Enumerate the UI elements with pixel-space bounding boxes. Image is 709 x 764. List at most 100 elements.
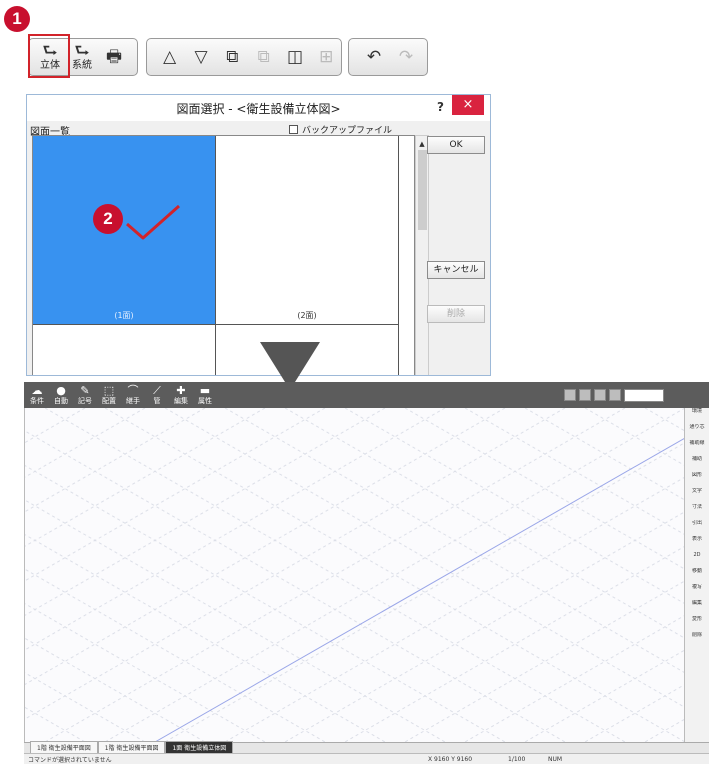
view-controls xyxy=(564,384,709,406)
delete-button[interactable]: 削除 xyxy=(427,305,485,323)
link-icon: ⮑ xyxy=(74,41,90,61)
split-vertical-icon: ◫ xyxy=(286,46,303,67)
grid-line xyxy=(0,407,146,493)
drawing-grid: (1面) 2 (2面) xyxy=(32,135,415,375)
drawing-thumbnail-2[interactable]: (2面) xyxy=(216,136,399,325)
up-floor-button[interactable]: △ xyxy=(155,42,184,72)
right-panel-item[interactable]: 複写 xyxy=(685,584,709,600)
grid-line xyxy=(524,407,709,515)
redo-button[interactable]: ↷ xyxy=(391,42,421,72)
fitting-tool[interactable]: ⌒ 継手 xyxy=(122,384,144,406)
right-panel-item[interactable]: 移動 xyxy=(685,568,709,584)
place-tool[interactable]: ⬚ 配置 xyxy=(98,384,120,406)
right-panel-item[interactable]: 通り芯 xyxy=(685,424,709,440)
right-panel-item[interactable]: 変形 xyxy=(685,616,709,632)
right-panel-item[interactable]: 編集 xyxy=(685,600,709,616)
scroll-thumb[interactable] xyxy=(418,150,427,230)
view-mode-icon[interactable] xyxy=(564,389,576,401)
grid-line xyxy=(524,635,709,743)
cancel-button[interactable]: キャンセル xyxy=(427,261,485,279)
place-tool-icon: ⬚ xyxy=(103,383,115,397)
step-1-badge: 1 xyxy=(4,6,30,32)
grid-line xyxy=(224,407,709,688)
drawing-canvas[interactable] xyxy=(0,407,709,743)
drawing-thumbnail-1[interactable]: (1面) 2 xyxy=(33,136,216,325)
grid-line xyxy=(0,407,326,596)
dialog-title: 図面選択 - <衛生設備立体図> xyxy=(176,101,341,116)
grid-line xyxy=(0,692,86,743)
grid-line xyxy=(584,670,709,743)
layer-combo[interactable] xyxy=(624,388,664,402)
grid-line xyxy=(284,497,709,743)
status-num: NUM xyxy=(548,755,563,763)
right-panel-item[interactable]: 削除 xyxy=(685,632,709,648)
edit-tool-label: 編集 xyxy=(174,396,188,405)
thumbnail-caption: (1面) xyxy=(114,311,134,320)
drawing-tabs: 1階 衛生設備平面図 1階 衛生設備平面図 1面 衛生設備立体図 xyxy=(24,741,709,753)
select-icon[interactable] xyxy=(579,389,591,401)
grid-line xyxy=(0,588,266,743)
list-scrollbar[interactable]: ▲ xyxy=(415,135,429,375)
auto-tool[interactable]: ● 自動 xyxy=(50,384,72,406)
3d-view-highlight xyxy=(28,34,70,78)
help-button[interactable]: ? xyxy=(437,100,444,114)
triangle-up-icon: △ xyxy=(163,46,177,67)
edit-tool-icon: ✚ xyxy=(176,383,186,397)
window-copy-button[interactable]: ⧉ xyxy=(249,42,278,72)
right-panel-item[interactable]: 図形 xyxy=(685,472,709,488)
grid-line xyxy=(224,462,709,743)
drawing-tab[interactable]: 1階 衛生設備平面図 xyxy=(97,741,166,753)
fitting-tool-label: 継手 xyxy=(126,396,140,405)
undo-button[interactable]: ↶ xyxy=(359,42,389,72)
close-button[interactable]: × xyxy=(452,95,484,115)
drawing-tab[interactable]: 1面 衛生設備立体図 xyxy=(165,741,234,753)
print-button[interactable]: 🖶 xyxy=(99,42,129,72)
split-quad-button[interactable]: ⊞ xyxy=(312,42,341,72)
right-panel-item[interactable]: 環境 xyxy=(685,408,709,424)
fitting-tool-icon: ⌒ xyxy=(127,383,139,397)
window-cascade-button[interactable]: ⧉ xyxy=(218,42,247,72)
right-panel-item[interactable]: 2D xyxy=(685,552,709,568)
grid-line xyxy=(644,704,709,743)
grid-line xyxy=(644,407,709,446)
right-panel-item[interactable]: 表示 xyxy=(685,536,709,552)
split-vertical-button[interactable]: ◫ xyxy=(280,42,309,72)
history-toolbar-group: ↶ ↷ xyxy=(348,38,428,76)
related-button[interactable]: ⮑ 系統 xyxy=(67,42,97,72)
checkbox-box[interactable] xyxy=(289,125,298,134)
right-panel-item[interactable]: 補助 xyxy=(685,456,709,472)
undo-icon: ↶ xyxy=(366,46,382,67)
grid-line xyxy=(0,485,446,743)
zoom-icon[interactable] xyxy=(609,389,621,401)
ok-button[interactable]: OK xyxy=(427,136,485,154)
grid-line xyxy=(464,600,709,743)
pipe-tool[interactable]: ⟋ 管 xyxy=(146,384,168,406)
right-panel-item[interactable]: 補助線 xyxy=(685,440,709,456)
condition-tool-label: 条件 xyxy=(30,396,44,405)
grid-line xyxy=(584,407,709,480)
drawing-tab[interactable]: 1階 衛生設備平面図 xyxy=(30,741,98,753)
split-quad-icon: ⊞ xyxy=(319,46,334,67)
attribute-tool[interactable]: ▬ 属性 xyxy=(194,384,216,406)
main-app-window: ☁ 条件 ● 自動 ✎ 記号 ⬚ 配置 ⌒ 継手 ⟋ 管 ✚ 編集 ▬ 属性 環境 通り芯 補助線 補助 図形 文字 寸法… xyxy=(0,382,709,764)
symbol-tool[interactable]: ✎ 記号 xyxy=(74,384,96,406)
thumbnail-caption: (2面) xyxy=(297,311,317,320)
status-scale: 1/100 xyxy=(508,755,526,763)
grid-line xyxy=(0,407,86,458)
drawing-select-dialog: 図面選択 - <衛生設備立体図> ? × 図面一覧 バックアップファイル (1面… xyxy=(26,94,491,376)
down-floor-button[interactable]: ▽ xyxy=(186,42,215,72)
grid-line xyxy=(0,407,446,665)
symbol-tool-label: 記号 xyxy=(78,396,92,405)
edit-tool[interactable]: ✚ 編集 xyxy=(170,384,192,406)
drawing-thumbnail-3[interactable] xyxy=(33,325,216,375)
condition-tool[interactable]: ☁ 条件 xyxy=(26,384,48,406)
grid-line xyxy=(0,407,506,700)
status-message: コマンドが選択されていません xyxy=(28,756,112,764)
cascade-windows-icon: ⧉ xyxy=(226,46,239,67)
grid-line xyxy=(464,407,709,550)
right-panel-item[interactable]: 引出 xyxy=(685,520,709,536)
measure-icon[interactable] xyxy=(594,389,606,401)
view-toolbar-group: △ ▽ ⧉ ⧉ ◫ ⊞ xyxy=(146,38,342,76)
right-panel-item[interactable]: 寸法 xyxy=(685,504,709,520)
right-panel-item[interactable]: 文字 xyxy=(685,488,709,504)
